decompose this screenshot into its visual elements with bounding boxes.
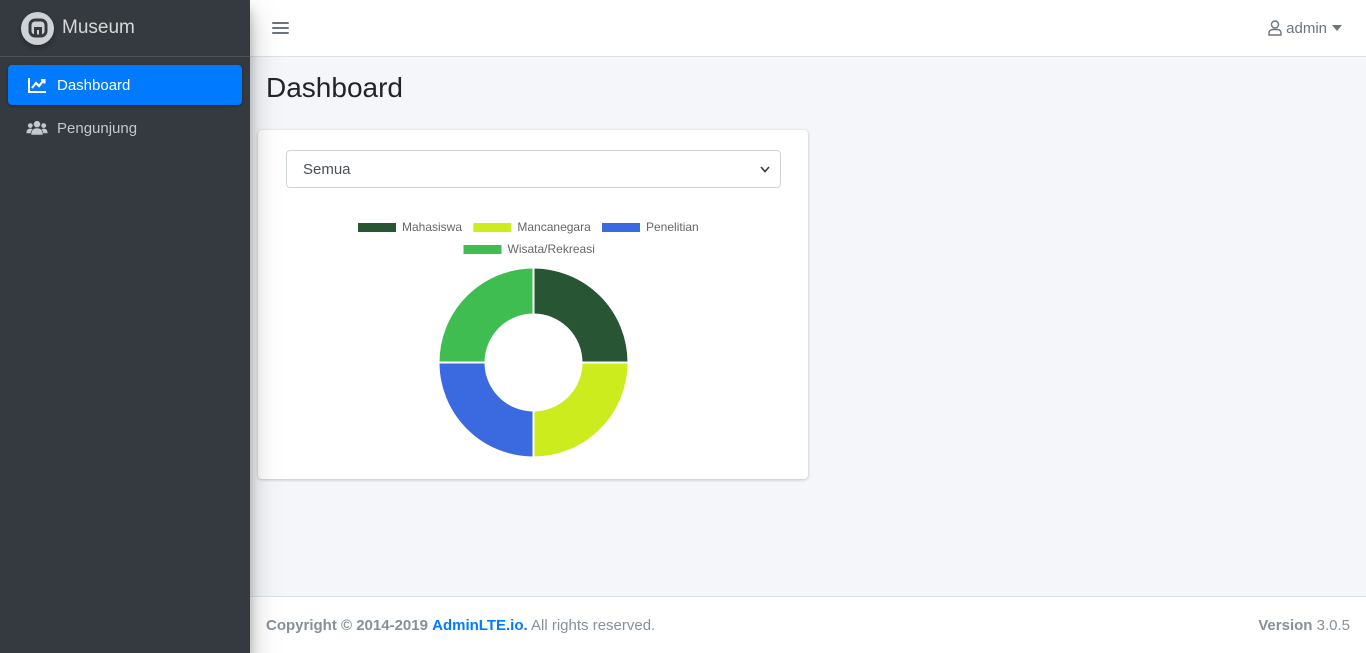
- legend-swatch: [358, 223, 396, 232]
- caret-down-icon: [1332, 25, 1342, 31]
- chevron-down-icon: [760, 165, 770, 173]
- chart-line-icon: [26, 76, 48, 94]
- legend-item[interactable]: Penelitian: [602, 220, 699, 234]
- user-icon: [1268, 20, 1282, 36]
- sidebar-item-label: Pengunjung: [57, 119, 138, 137]
- category-filter-select[interactable]: Semua: [286, 150, 781, 188]
- legend-item[interactable]: Mahasiswa: [358, 220, 462, 234]
- doughnut-slice[interactable]: [437, 361, 535, 459]
- select-value: Semua: [303, 160, 351, 178]
- doughnut-slice[interactable]: [532, 361, 630, 459]
- chart-card: Semua Mahasiswa Mancanegara Penelitian Wisa…: [258, 130, 808, 479]
- rights-text: All rights reserved.: [531, 616, 656, 634]
- main-sidebar: Museum Dashboard Pengunjung: [0, 0, 250, 653]
- legend-item[interactable]: Wisata/Rekreasi: [463, 242, 595, 256]
- version-number: 3.0.5: [1316, 616, 1350, 634]
- visitor-doughnut-chart: Mahasiswa Mancanegara Penelitian Wisata/Rek…: [358, 220, 699, 459]
- brand-link[interactable]: Museum: [0, 0, 250, 57]
- sidebar-item-pengunjung[interactable]: Pengunjung: [8, 108, 242, 148]
- legend-label: Mancanegara: [517, 220, 591, 234]
- version-label: Version: [1258, 616, 1313, 634]
- page-title: Dashboard: [266, 72, 403, 103]
- sidebar-nav: Dashboard Pengunjung: [0, 57, 250, 159]
- legend-label: Penelitian: [646, 220, 699, 234]
- legend-swatch: [602, 223, 640, 232]
- doughnut-slice[interactable]: [532, 266, 630, 364]
- menu-toggle-icon[interactable]: [272, 21, 289, 35]
- user-dropdown[interactable]: admin: [1268, 20, 1342, 37]
- brand-name: Museum: [62, 17, 135, 38]
- legend-swatch: [463, 245, 502, 254]
- footer-version: Version 3.0.5: [1258, 617, 1350, 634]
- sidebar-item-label: Dashboard: [57, 76, 131, 94]
- top-navbar: admin: [250, 0, 1366, 57]
- adminlte-logo-icon: [21, 11, 54, 45]
- copyright-text: Copyright © 2014-2019: [266, 616, 428, 634]
- sidebar-item-dashboard[interactable]: Dashboard: [8, 65, 242, 105]
- users-icon: [26, 119, 48, 137]
- legend-item[interactable]: Mancanegara: [473, 220, 591, 234]
- adminlte-link[interactable]: AdminLTE.io.: [432, 617, 528, 634]
- user-name: admin: [1286, 19, 1327, 37]
- legend-swatch: [473, 223, 512, 232]
- doughnut-slice[interactable]: [437, 266, 535, 364]
- legend-label: Mahasiswa: [402, 220, 462, 234]
- footer-copyright: Copyright © 2014-2019 AdminLTE.io. All r…: [266, 617, 655, 634]
- footer: Copyright © 2014-2019 AdminLTE.io. All r…: [250, 596, 1366, 653]
- legend-label: Wisata/Rekreasi: [508, 242, 595, 256]
